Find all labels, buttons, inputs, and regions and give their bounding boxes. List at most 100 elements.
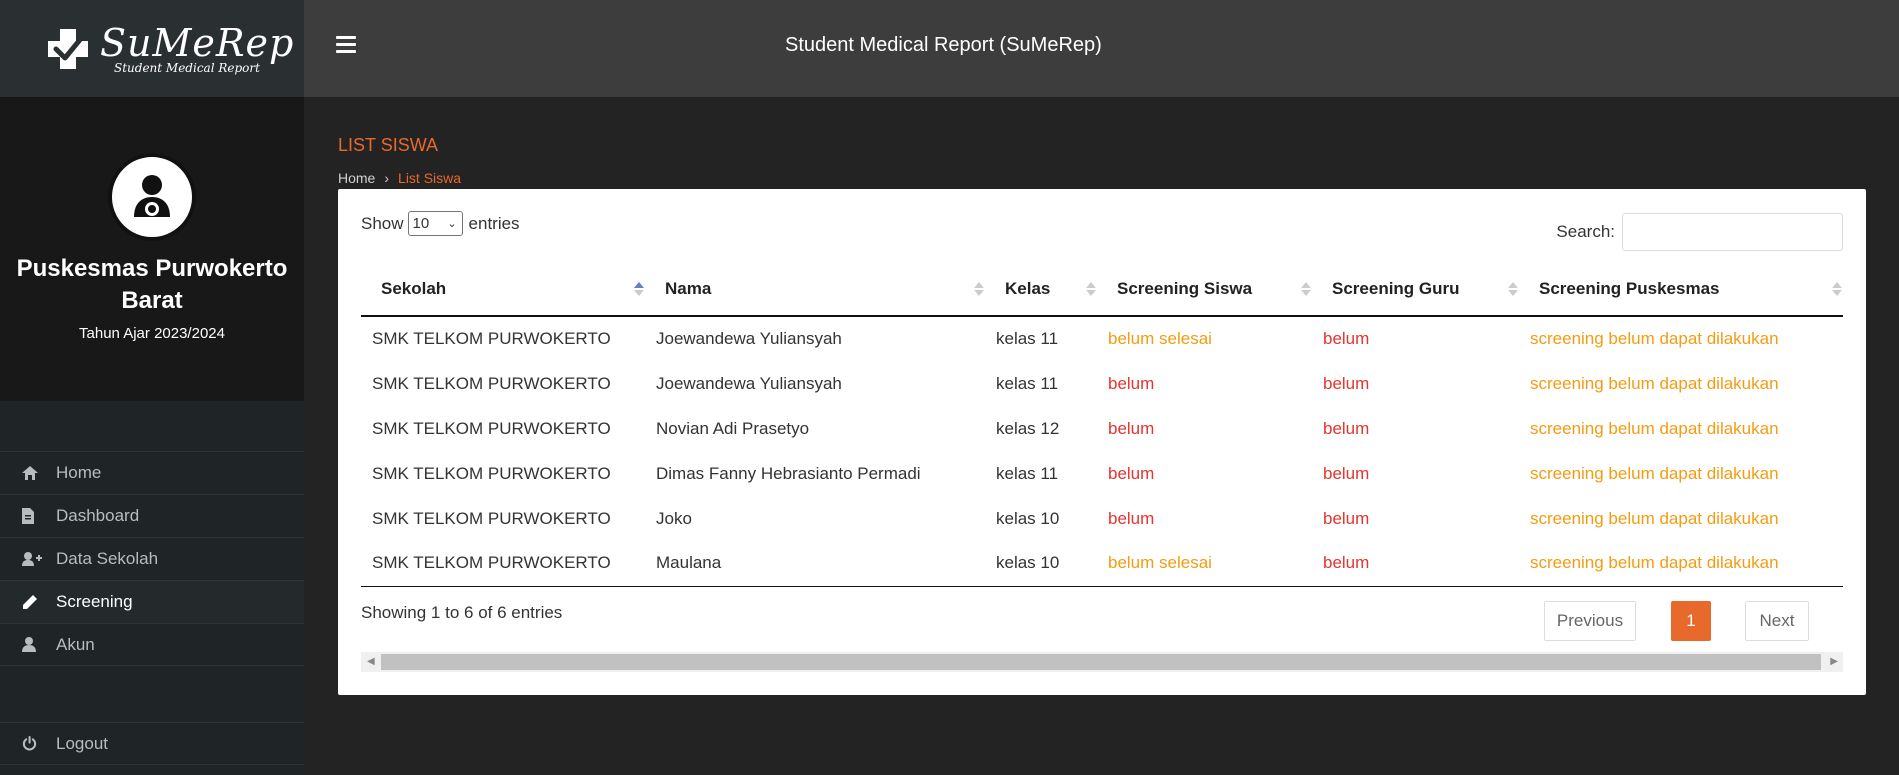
file-icon: [22, 508, 56, 524]
cell-screening-guru[interactable]: belum: [1312, 451, 1519, 496]
cell-nama: Dimas Fanny Hebrasianto Permadi: [656, 463, 921, 483]
cell-kelas: kelas 11: [996, 373, 1059, 393]
cell-sekolah: SMK TELKOM PURWOKERTO: [372, 418, 611, 438]
cell-screening-puskesmas[interactable]: screening belum dapat dilakukan: [1519, 406, 1843, 451]
main-content: LIST SISWA Home › List Siswa Show 10 ⌄ e…: [338, 97, 1866, 695]
sidebar-item-dashboard[interactable]: Dashboard: [0, 494, 304, 537]
sort-icon: [1508, 282, 1518, 296]
entries-select[interactable]: 10 ⌄: [407, 211, 463, 236]
cell-screening-siswa[interactable]: belum: [1097, 496, 1312, 541]
cell-screening-puskesmas[interactable]: screening belum dapat dilakukan: [1519, 496, 1843, 541]
cell-kelas: kelas 10: [985, 541, 1097, 587]
cell-screening-siswa[interactable]: belum: [1097, 406, 1312, 451]
cell-screening-siswa[interactable]: belum selesai: [1097, 316, 1312, 361]
column-header-nama[interactable]: Nama: [645, 263, 985, 317]
show-label: Show: [361, 213, 404, 233]
sidebar-item-data-sekolah[interactable]: Data Sekolah: [0, 537, 304, 580]
avatar: [108, 153, 196, 241]
students-table: Sekolah Nama Kelas Screening Siswa Scree…: [361, 263, 1843, 587]
sidebar: SuMeRep Student Medical Report Puskesmas…: [0, 0, 304, 775]
sidebar-item-label: Akun: [56, 634, 95, 654]
topbar: Student Medical Report (SuMeRep): [304, 0, 1899, 97]
breadcrumb-home-link[interactable]: Home: [338, 170, 375, 186]
cell-screening-guru[interactable]: belum: [1312, 541, 1519, 587]
table-card: Show 10 ⌄ entries Search: Sekolah Nama K…: [338, 189, 1866, 695]
brand[interactable]: SuMeRep Student Medical Report: [0, 0, 304, 97]
column-header-screening-siswa[interactable]: Screening Siswa: [1097, 263, 1312, 317]
user-icon: [22, 637, 56, 652]
cell-nama: Joko: [656, 508, 692, 528]
home-icon: [22, 466, 56, 480]
cell-nama: Maulana: [645, 541, 985, 587]
cell-screening-puskesmas[interactable]: screening belum dapat dilakukan: [1519, 541, 1843, 587]
cell-screening-guru[interactable]: belum: [1312, 316, 1519, 361]
cell-screening-guru[interactable]: belum: [1312, 406, 1519, 451]
cell-kelas: kelas 10: [996, 508, 1060, 528]
user-plus-icon: [22, 552, 56, 566]
column-header-kelas[interactable]: Kelas: [985, 263, 1097, 317]
cell-kelas: kelas 12: [996, 418, 1060, 438]
column-header-label: Screening Siswa: [1117, 279, 1253, 298]
cell-nama: Novian Adi Prasetyo: [656, 418, 810, 438]
entries-select-value: 10: [412, 215, 430, 232]
column-header-label: Screening Guru: [1332, 279, 1460, 298]
cell-screening-puskesmas[interactable]: screening belum dapat dilakukan: [1519, 316, 1843, 361]
brand-title: SuMeRep: [100, 20, 295, 65]
scroll-right-icon[interactable]: ▶: [1830, 656, 1838, 667]
logout-label: Logout: [56, 733, 108, 753]
sort-icon: [1301, 282, 1311, 296]
column-header-sekolah[interactable]: Sekolah: [361, 263, 645, 317]
table-header-row: Sekolah Nama Kelas Screening Siswa Scree…: [361, 263, 1843, 317]
cell-screening-puskesmas[interactable]: screening belum dapat dilakukan: [1519, 361, 1843, 406]
search-label: Search:: [1556, 222, 1615, 241]
scroll-left-icon[interactable]: ◀: [367, 656, 375, 667]
entries-label: entries: [468, 213, 520, 233]
profile-panel: Puskesmas Purwokerto Barat Tahun Ajar 20…: [0, 97, 304, 401]
column-header-screening-guru[interactable]: Screening Guru: [1312, 263, 1519, 317]
column-header-label: Sekolah: [381, 279, 447, 298]
cell-screening-puskesmas[interactable]: screening belum dapat dilakukan: [1519, 451, 1843, 496]
sidebar-item-home[interactable]: Home: [0, 451, 304, 494]
cell-screening-guru[interactable]: belum: [1312, 361, 1519, 406]
sidebar-item-akun[interactable]: Akun: [0, 623, 304, 666]
cell-sekolah: SMK TELKOM PURWOKERTO: [361, 541, 645, 587]
page-title: LIST SISWA: [338, 135, 439, 155]
chevron-down-icon: ⌄: [447, 218, 457, 230]
sidebar-item-label: Home: [56, 463, 102, 482]
cell-screening-siswa[interactable]: belum selesai: [1097, 541, 1312, 587]
entries-length-control: Show 10 ⌄ entries: [361, 211, 520, 236]
previous-page-button[interactable]: Previous: [1544, 601, 1636, 641]
table-row: SMK TELKOM PURWOKERTO Novian Adi Prasety…: [361, 406, 1843, 451]
cell-sekolah: SMK TELKOM PURWOKERTO: [372, 508, 611, 528]
brand-logo: SuMeRep Student Medical Report: [42, 23, 294, 75]
cell-sekolah: SMK TELKOM PURWOKERTO: [372, 463, 611, 483]
page-1-button[interactable]: 1: [1671, 601, 1711, 641]
sidebar-item-screening[interactable]: Screening: [0, 580, 304, 623]
logout-button[interactable]: Logout: [0, 722, 304, 765]
sidebar-item-label: Data Sekolah: [56, 549, 159, 568]
cell-sekolah: SMK TELKOM PURWOKERTO: [372, 329, 611, 348]
cell-nama: Joewandewa Yuliansyah: [656, 373, 842, 393]
table-row: SMK TELKOM PURWOKERTO Dimas Fanny Hebras…: [361, 451, 1843, 496]
cell-screening-siswa[interactable]: belum: [1097, 451, 1312, 496]
app-title: Student Medical Report (SuMeRep): [785, 34, 1102, 56]
column-header-label: Nama: [665, 279, 712, 298]
cell-screening-guru[interactable]: belum: [1312, 496, 1519, 541]
menu-toggle-icon[interactable]: [336, 36, 356, 54]
pencil-icon: [22, 594, 56, 610]
power-icon: [22, 736, 56, 751]
next-page-button[interactable]: Next: [1745, 601, 1809, 641]
sidebar-item-label: Screening: [56, 592, 133, 611]
table-info: Showing 1 to 6 of 6 entries: [361, 603, 563, 622]
cell-screening-siswa[interactable]: belum: [1097, 361, 1312, 406]
sort-icon: [974, 282, 984, 296]
sidebar-nav: Home Dashboard Data Sekolah Screening Ak…: [0, 451, 304, 666]
column-header-screening-puskesmas[interactable]: Screening Puskesmas: [1519, 263, 1843, 317]
scrollbar-thumb[interactable]: [381, 654, 1821, 670]
breadcrumb-current: List Siswa: [398, 170, 462, 186]
table-row: SMK TELKOM PURWOKERTO Maulana kelas 10 b…: [361, 541, 1843, 587]
horizontal-scrollbar[interactable]: ◀ ▶: [361, 652, 1843, 672]
profile-name: Puskesmas Purwokerto Barat: [16, 255, 288, 314]
chevron-right-icon: ›: [384, 170, 390, 186]
search-input[interactable]: [1622, 213, 1843, 251]
